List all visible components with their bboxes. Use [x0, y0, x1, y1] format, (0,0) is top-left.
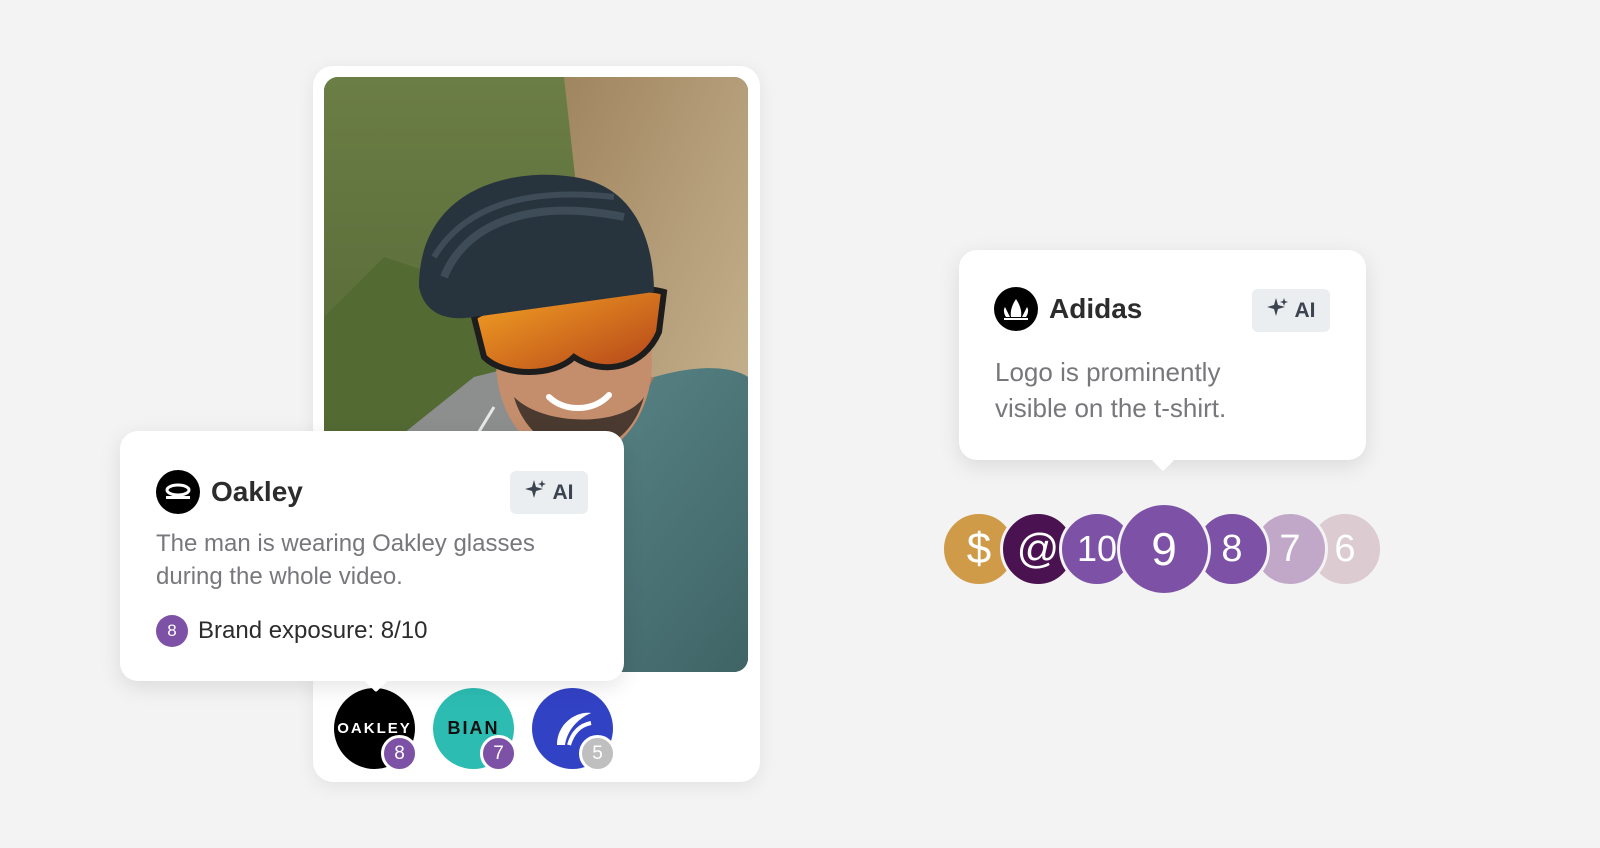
sparkle-icon [1266, 297, 1289, 325]
brand-avatar-oakley[interactable]: OAKLEY 8 [334, 688, 418, 772]
brand-name: Oakley [211, 476, 303, 507]
tooltip-header: Adidas [994, 287, 1142, 331]
tooltip-header: Oakley [156, 470, 303, 514]
tooltip-description: The man is wearing Oakley glasses during… [156, 527, 535, 593]
description-line: The man is wearing Oakley glasses [156, 530, 535, 557]
exposure-score-badge: 8 [156, 615, 188, 647]
adidas-logo-icon [994, 287, 1038, 331]
ai-label: AI [552, 480, 574, 504]
score-badge: 8 [381, 735, 418, 772]
description-line: during the whole video. [156, 563, 403, 590]
exposure-text: Brand exposure: 8/10 [198, 617, 428, 644]
description-line: visible on the t-shirt. [995, 393, 1227, 423]
score-scale: $ @ 10 9 8 7 6 [941, 502, 1383, 596]
brand-avatar-deda[interactable]: 5 [532, 688, 616, 772]
ai-label: AI [1294, 298, 1316, 322]
score-badge: 7 [480, 735, 517, 772]
adidas-tooltip: Adidas AI Logo is prominently visible on… [959, 250, 1366, 460]
brand-avatar-row: OAKLEY 8 BIAN 7 5 [334, 688, 616, 772]
oakley-logo-icon [156, 470, 200, 514]
score-badge: 5 [579, 735, 616, 772]
oakley-tooltip: Oakley AI The man is wearing Oakley glas… [120, 431, 624, 681]
description-line: Logo is prominently [995, 357, 1221, 387]
tooltip-description: Logo is prominently visible on the t-shi… [995, 354, 1226, 426]
brand-exposure: 8 Brand exposure: 8/10 [156, 615, 428, 647]
ai-chip[interactable]: AI [510, 471, 588, 514]
ai-chip[interactable]: AI [1252, 289, 1330, 332]
sparkle-icon [524, 479, 547, 507]
scale-item-9[interactable]: 9 [1117, 502, 1211, 596]
brand-avatar-bianchi[interactable]: BIAN 7 [433, 688, 517, 772]
brand-name: Adidas [1049, 293, 1143, 324]
